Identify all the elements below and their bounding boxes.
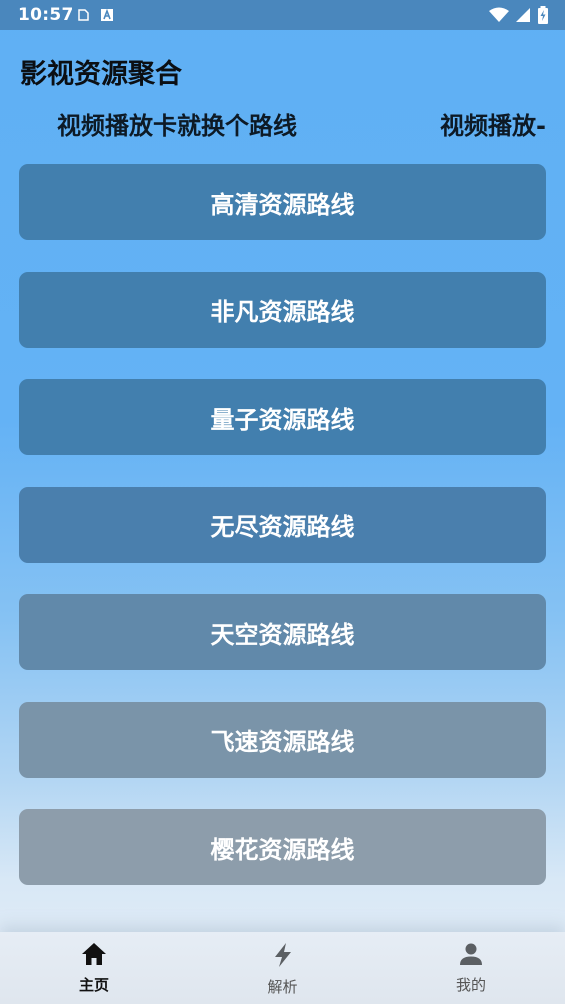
nav-home-label: 主页 (78, 976, 109, 994)
route-button-label: 非凡资源路线 (210, 298, 355, 326)
wifi-icon (489, 7, 509, 27)
bottom-nav: 主页 解析 我的 (0, 932, 565, 1004)
nav-home[interactable]: 主页 (0, 932, 188, 1004)
nav-mine-label: 我的 (455, 976, 486, 994)
person-icon (459, 942, 483, 970)
route-button-label: 高清资源路线 (210, 190, 355, 219)
bolt-icon (272, 942, 294, 972)
nav-parse-label: 解析 (267, 978, 298, 996)
home-icon (81, 942, 107, 970)
route-button-feifan[interactable]: 非凡资源路线 (19, 271, 546, 348)
signal-icon (515, 7, 531, 27)
route-button-yinghua[interactable]: 樱花资源路线 (19, 809, 546, 885)
notice-marquee: 视频播放卡就换个路线 视频播放- (0, 102, 545, 142)
route-button-label: 天空资源路线 (210, 620, 355, 649)
font-a-icon (100, 7, 114, 26)
marquee-text: 视频播放- (440, 112, 545, 140)
status-bar: 10:57 (0, 0, 565, 30)
route-button-tiankong[interactable]: 天空资源路线 (19, 594, 546, 670)
route-button-hd[interactable]: 高清资源路线 (19, 164, 546, 240)
route-button-wujin[interactable]: 无尽资源路线 (19, 486, 546, 563)
route-button-label: 樱花资源路线 (210, 835, 355, 864)
clipboard-icon (76, 7, 90, 26)
status-right-icons (489, 6, 549, 28)
battery-charging-icon (537, 6, 549, 28)
route-list: 高清资源路线 非凡资源路线 量子资源路线 无尽资源路线 天空资源路线 飞速资源路… (19, 164, 546, 917)
route-button-label: 量子资源路线 (210, 405, 355, 434)
page-title: 影视资源聚合 (20, 59, 182, 90)
route-button-label: 无尽资源路线 (210, 513, 355, 541)
route-button-feisu[interactable]: 飞速资源路线 (19, 701, 546, 778)
route-button-liangzi[interactable]: 量子资源路线 (19, 379, 546, 455)
status-left-icons (76, 7, 114, 26)
status-time: 10:57 (18, 5, 74, 25)
route-button-label: 飞速资源路线 (210, 728, 355, 756)
nav-parse[interactable]: 解析 (189, 932, 377, 1004)
marquee-text: 视频播放卡就换个路线 (57, 112, 297, 140)
nav-mine[interactable]: 我的 (377, 932, 565, 1004)
